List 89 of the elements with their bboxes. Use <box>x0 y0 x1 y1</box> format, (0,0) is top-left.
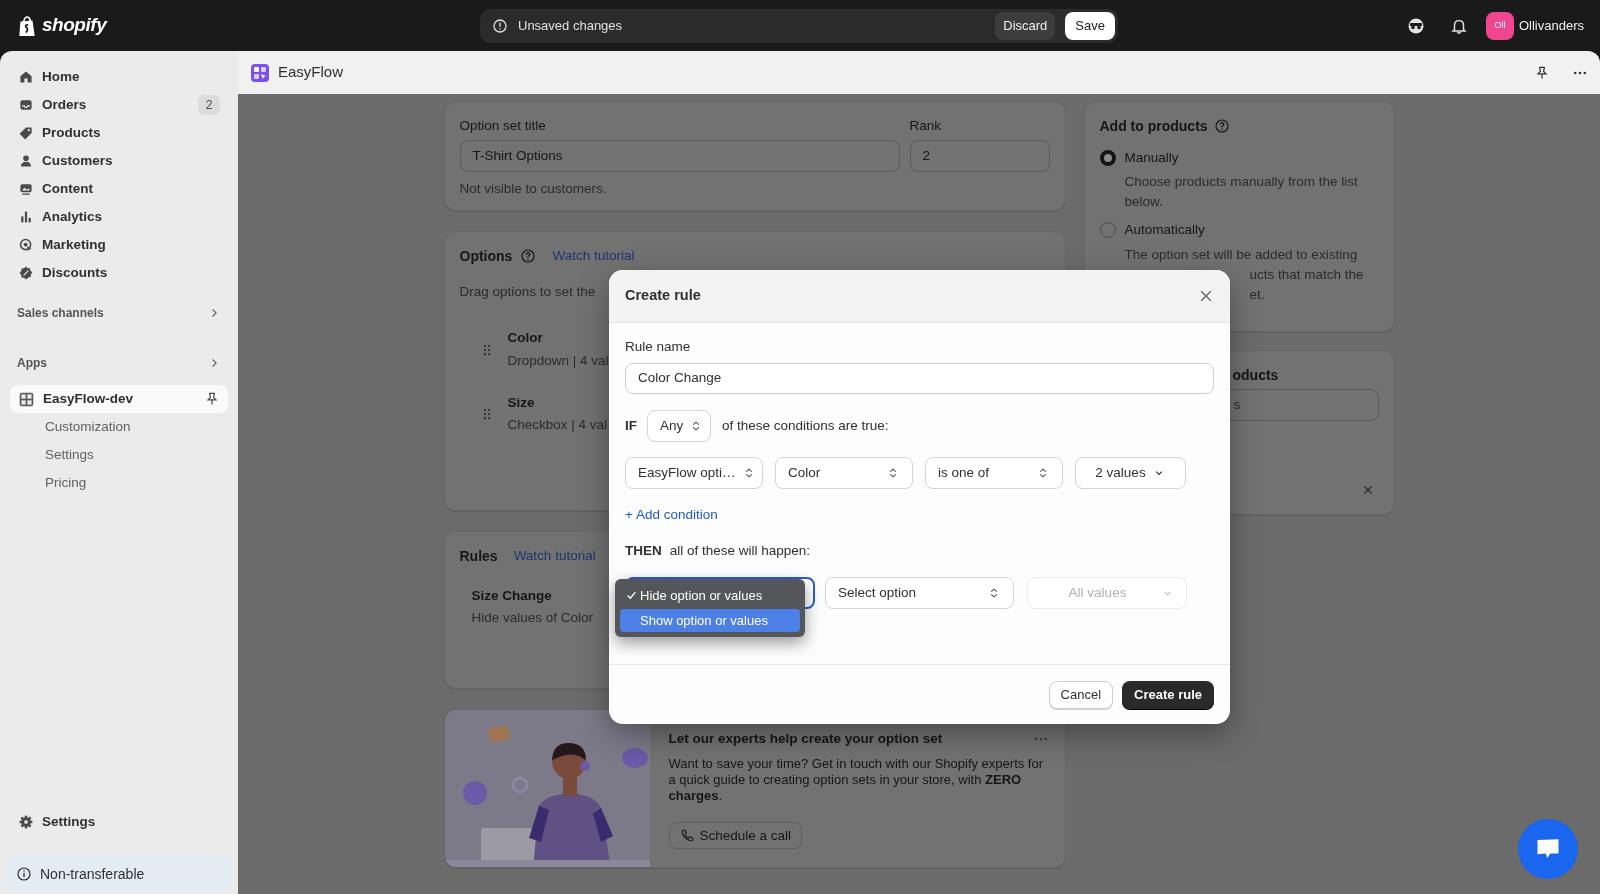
person-icon <box>18 153 34 169</box>
shopping-bag-icon <box>16 13 38 38</box>
then-label: THEN <box>625 541 662 560</box>
field-label: Rank <box>909 117 942 135</box>
option-detail: Checkbox | 4 val <box>507 416 608 434</box>
description-text: The option set will be added to existing <box>1124 245 1358 264</box>
help-icon[interactable] <box>1213 118 1230 134</box>
rule-detail: Hide values of Color <box>471 609 594 628</box>
values-button[interactable]: 2 values <box>1075 457 1186 489</box>
check-icon <box>626 590 637 601</box>
close-icon[interactable] <box>1198 288 1214 304</box>
app-grid-icon <box>18 390 35 408</box>
then-text: all of these will happen: <box>669 541 811 560</box>
description-text: et. <box>1249 285 1265 304</box>
option-name: Color <box>507 329 543 348</box>
card-title: Add to products <box>1099 116 1208 136</box>
nav-item[interactable]: EasyFlow-dev <box>10 385 228 413</box>
nav-item[interactable]: Analytics <box>10 203 228 231</box>
nav-item[interactable]: Content <box>10 175 228 203</box>
gear-icon <box>18 814 34 830</box>
match-select[interactable]: Any <box>647 410 711 442</box>
card-title: oducts <box>1231 366 1280 385</box>
hint-text: Drag options to set the <box>459 283 596 301</box>
condition-select[interactable]: Color <box>775 457 913 489</box>
nav-item[interactable]: Orders 2 <box>10 91 228 119</box>
description-text: ucts that match the <box>1249 265 1364 284</box>
discard-button[interactable]: Discard <box>995 11 1056 40</box>
schedule-call-button[interactable]: Schedule a call <box>668 822 803 850</box>
inbox-icon <box>18 97 34 113</box>
option-name: Size <box>507 393 535 412</box>
bar-chart-icon <box>18 209 34 225</box>
help-text: Not visible to customers. <box>459 180 608 198</box>
image-icon <box>18 181 34 197</box>
input-field[interactable]: 2 <box>909 140 1050 172</box>
input-field[interactable]: T-Shirt Options <box>459 140 900 172</box>
home-icon <box>18 69 34 85</box>
nav-subitem[interactable]: Pricing <box>10 469 228 497</box>
condition-select[interactable]: EasyFlow opti… <box>625 457 763 489</box>
input-field[interactable]: Color Change <box>625 363 1214 394</box>
nav-item[interactable]: Home <box>10 63 228 91</box>
add-condition-link[interactable]: + Add condition <box>625 505 718 525</box>
alert-icon <box>492 17 508 34</box>
help-icon[interactable] <box>520 248 537 264</box>
save-button[interactable]: Save <box>1065 11 1115 40</box>
nav-subitem[interactable]: Customization <box>10 413 228 441</box>
description-text: Choose products manually from the list below. <box>1124 173 1359 212</box>
store-name[interactable]: Ollivanders <box>1518 15 1584 36</box>
field-label: Rule name <box>625 338 692 356</box>
radio-button[interactable] <box>1099 150 1116 167</box>
nav-item[interactable]: Discounts <box>10 259 228 287</box>
card-title: Let our experts help create your option set <box>668 730 944 748</box>
app-title: EasyFlow <box>278 62 345 83</box>
field-label: Option set title <box>459 117 547 135</box>
conditions-text: of these conditions are true: <box>722 416 889 435</box>
badge-icon <box>18 265 34 281</box>
card-title: Rules <box>459 546 498 566</box>
pin-icon[interactable] <box>204 391 220 407</box>
if-label: IF <box>625 416 637 435</box>
count-badge: 2 <box>198 95 220 115</box>
info-icon <box>16 866 32 882</box>
section-header[interactable]: Sales channels <box>10 299 228 327</box>
create-rule-button[interactable]: Create rule <box>1122 680 1214 709</box>
card-title: Options <box>459 246 513 266</box>
option-select[interactable]: Select option <box>825 577 1014 609</box>
rule-name: Size Change <box>471 587 552 605</box>
pin-icon[interactable] <box>1534 64 1550 81</box>
nav-item[interactable]: Marketing <box>10 231 228 259</box>
notice-text: Non-transferable <box>40 864 145 884</box>
nav-item[interactable]: Products <box>10 119 228 147</box>
card-text: Want to save your time? Get in touch with our Shopify experts for a quick guide to creating option sets in your store, with ZERO charges. <box>668 756 1045 805</box>
radio-label: Automatically <box>1124 221 1205 240</box>
app-logo-icon <box>250 62 270 83</box>
radio-label: Manually <box>1124 149 1179 167</box>
unsaved-message: Unsaved changes <box>518 16 624 35</box>
dialog-title: Create rule <box>625 286 702 306</box>
option-detail: Dropdown | 4 val <box>507 351 609 370</box>
nav-subitem[interactable]: Settings <box>10 441 228 469</box>
cancel-button[interactable]: Cancel <box>1048 680 1114 709</box>
section-header[interactable]: Apps <box>10 349 228 377</box>
menu-item[interactable]: Show option or values <box>620 609 800 632</box>
brand-name: shopify <box>42 13 107 38</box>
phone-icon <box>679 828 695 844</box>
tag-icon <box>18 125 34 141</box>
menu-item[interactable]: Hide option or values <box>620 584 800 607</box>
nav-item[interactable]: Settings <box>10 808 228 836</box>
store-avatar[interactable]: Oll <box>1485 11 1514 40</box>
nav-item[interactable]: Customers <box>10 147 228 175</box>
target-icon <box>18 237 34 253</box>
condition-select[interactable]: is one of <box>925 457 1063 489</box>
